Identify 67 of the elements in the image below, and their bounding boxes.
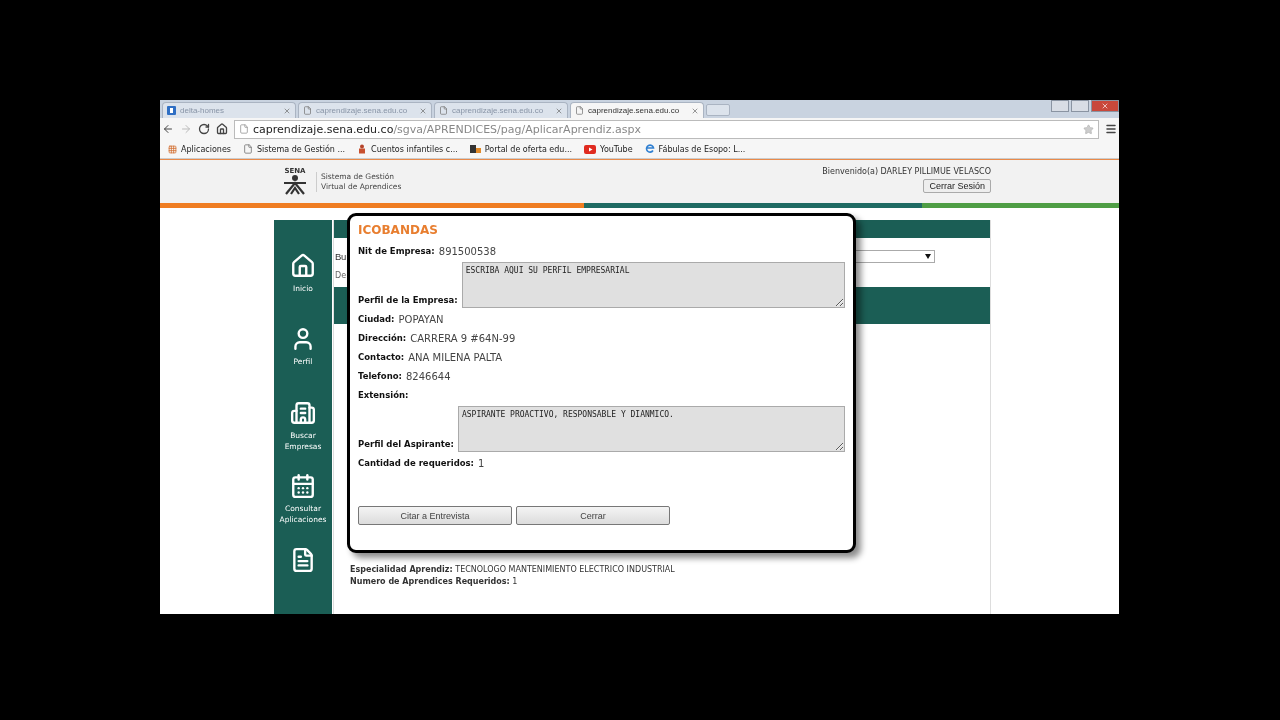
detail-text: Numero de Aprendices Requeridos: 1: [350, 576, 519, 588]
bookmark[interactable]: Portal de oferta edu...: [469, 144, 573, 154]
field-value: ANA MILENA PALTA: [408, 352, 503, 365]
dialog-title: ICOBANDAS: [358, 223, 439, 237]
dialog-button[interactable]: Cerrar: [516, 506, 670, 525]
close-icon[interactable]: [691, 106, 699, 115]
back-icon[interactable]: [162, 123, 174, 135]
url-host: caprendizaje.sena.edu.co: [253, 122, 394, 136]
page-icon: [239, 124, 249, 134]
menu-icon[interactable]: [1105, 123, 1117, 135]
heading-text: Bu: [335, 251, 347, 262]
dialog-button[interactable]: Citar a Entrevista: [358, 506, 512, 525]
new-tab-button[interactable]: [706, 104, 730, 116]
bookmark[interactable]: Sistema de Gestión ...: [243, 144, 346, 154]
field-value: 1: [478, 458, 485, 471]
portal-icon: [469, 144, 481, 154]
field-label: Dirección:: [358, 333, 407, 345]
apps-icon: [168, 144, 177, 154]
field-label: Perfil de la Empresa:: [358, 295, 458, 307]
bookmark[interactable]: Cuentos infantiles c...: [357, 144, 458, 154]
close-icon[interactable]: [555, 106, 563, 115]
browser-icon: [644, 144, 655, 154]
field-label: Perfil del Aspirante:: [358, 439, 454, 451]
text-area[interactable]: ESCRIBA AQUI SU PERFIL EMPRESARIAL: [461, 262, 845, 308]
detail-text: Especialidad Aprendiz: TECNOLOGO MANTENIMIENTO ELECTRICO INDUSTRIAL: [350, 564, 676, 576]
video-icon: [584, 144, 597, 154]
bookmark[interactable]: Fábulas de Esopo: L...: [644, 144, 746, 154]
page-icon: [243, 144, 253, 154]
building-icon: [290, 399, 316, 426]
bookmark[interactable]: Aplicaciones: [168, 144, 231, 154]
field-label: Nit de Empresa:: [358, 246, 435, 258]
browser-tab[interactable]: caprendizaje.sena.edu.co: [570, 102, 704, 118]
field-label: Telefono:: [358, 371, 402, 383]
field-value: 891500538: [438, 246, 497, 259]
field-label: Ciudad:: [358, 314, 395, 326]
field-value: CARRERA 9 #64N-99: [410, 333, 516, 346]
site-icon: [167, 106, 176, 115]
close-button[interactable]: [1091, 100, 1119, 112]
field-label: Cantidad de requeridos:: [358, 458, 475, 470]
home-icon: [290, 253, 316, 279]
field-value: 8246644: [405, 371, 451, 384]
logout-button[interactable]: Cerrar Sesión: [923, 179, 991, 193]
calendar-icon: [290, 473, 316, 500]
maximize-button[interactable]: [1071, 100, 1089, 112]
close-icon: [1101, 102, 1109, 110]
reload-icon[interactable]: [198, 123, 210, 135]
page-icon: [439, 106, 448, 115]
page-icon: [575, 106, 584, 115]
bookmark[interactable]: YouTube: [584, 144, 633, 154]
close-icon[interactable]: [283, 106, 291, 115]
url-path: /sgva/APRENDICES/pag/AplicarAprendiz.aspx: [393, 122, 641, 136]
minimize-button[interactable]: [1051, 100, 1069, 112]
document-icon: [290, 546, 316, 573]
subheading-text: De: [334, 270, 348, 280]
star-icon[interactable]: [1083, 123, 1094, 135]
welcome-text: Bienvenido(a) DARLEY PILLIMUE VELASCO: [822, 167, 991, 176]
address-bar[interactable]: caprendizaje.sena.edu.co/sgva/APRENDICES/pag/AplicarAprendiz.aspx: [234, 119, 1099, 139]
caret-icon: [925, 254, 931, 259]
close-icon[interactable]: [419, 106, 427, 115]
text-area[interactable]: ASPIRANTE PROACTIVO, RESPONSABLE Y DIANMICO.: [457, 406, 845, 452]
home-icon[interactable]: [216, 123, 228, 135]
page-icon: [303, 106, 312, 115]
figure-icon: [357, 144, 368, 154]
field-value: POPAYAN: [398, 314, 444, 327]
field-label: Extensión:: [358, 390, 409, 402]
field-label: Contacto:: [358, 352, 405, 364]
forward-icon[interactable]: [180, 123, 192, 135]
